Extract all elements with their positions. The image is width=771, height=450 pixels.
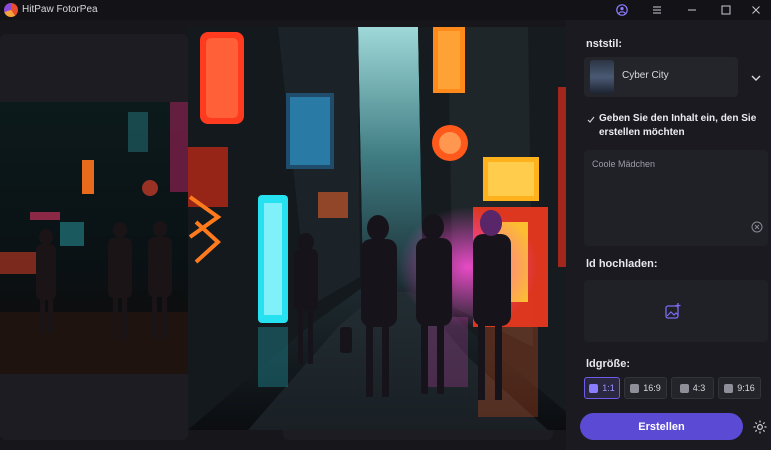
prompt-input[interactable]: Coole Mädchen [584, 150, 768, 246]
ratio-16-9-button[interactable]: 16:9 [624, 377, 667, 399]
ratio-label: 9:16 [737, 383, 755, 393]
create-button[interactable]: Erstellen [580, 413, 743, 440]
generated-image-secondary[interactable] [0, 102, 188, 374]
ratio-4-3-button[interactable]: 4:3 [671, 377, 714, 399]
prompt-value: Coole Mädchen [592, 159, 656, 169]
portrait-icon [724, 383, 734, 393]
landscape-icon [679, 383, 689, 393]
ratio-label: 4:3 [692, 383, 706, 393]
settings-panel: nststil: Cyber City Geben Sie den Inhalt… [566, 20, 771, 450]
menu-button[interactable] [642, 0, 672, 20]
close-button[interactable] [741, 0, 771, 20]
chevron-down-icon[interactable] [750, 72, 762, 84]
clear-icon[interactable] [751, 221, 763, 233]
maximize-icon [721, 5, 731, 15]
ratio-selector: 1:1 16:9 4:3 9:16 [584, 377, 761, 399]
app-logo-icon [4, 3, 18, 17]
ratio-1-1-button[interactable]: 1:1 [584, 377, 620, 399]
size-label: ldgröße: [586, 358, 630, 370]
prompt-heading: Geben Sie den Inhalt ein, den Sie erstel… [599, 113, 757, 138]
gear-icon[interactable] [752, 419, 768, 435]
account-icon [616, 4, 628, 16]
minimize-button[interactable] [677, 0, 707, 20]
add-image-icon[interactable] [664, 302, 682, 320]
bullet-icon [587, 116, 595, 123]
minimize-icon [688, 9, 696, 11]
maximize-button[interactable] [711, 0, 741, 20]
widescreen-icon [630, 383, 640, 393]
ratio-label: 1:1 [602, 383, 615, 393]
upload-label: ld hochladen: [586, 258, 658, 270]
style-selector[interactable]: Cyber City [584, 57, 738, 97]
app-title: HitPaw FotorPea [22, 4, 98, 15]
close-icon [752, 6, 760, 14]
style-label: nststil: [586, 38, 623, 50]
ratio-9-16-button[interactable]: 9:16 [718, 377, 761, 399]
ratio-label: 16:9 [643, 383, 661, 393]
title-bar: HitPaw FotorPea [0, 0, 771, 20]
generated-image-main[interactable] [188, 27, 588, 430]
account-button[interactable] [607, 0, 637, 20]
square-icon [589, 383, 599, 393]
style-value: Cyber City [622, 70, 669, 81]
style-thumbnail [590, 60, 614, 94]
menu-icon [653, 6, 661, 14]
